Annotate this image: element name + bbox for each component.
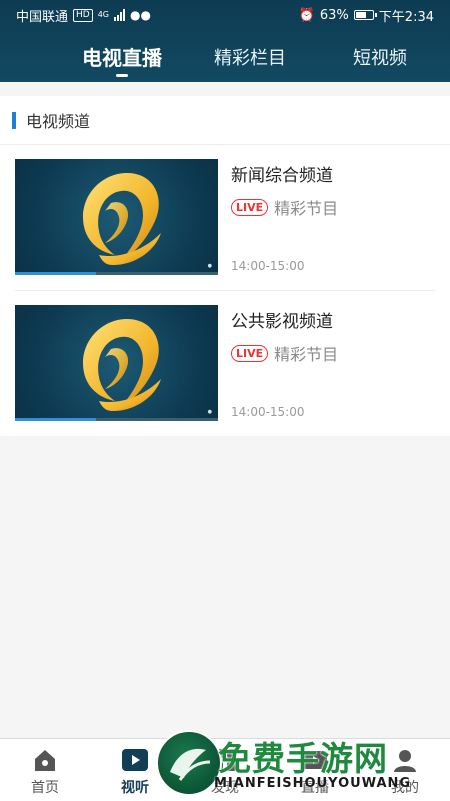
watermark-title: 免费手游网: [218, 739, 388, 778]
tab-short-videos[interactable]: 短视频: [353, 44, 407, 70]
live-row: LIVE 精彩节目: [231, 195, 338, 219]
playback-progress-fill: [15, 418, 97, 421]
program-title: 精彩节目: [274, 199, 339, 218]
carrier-label: 中国联通: [16, 9, 69, 25]
clock-time: 下午2:34: [378, 9, 434, 25]
section-header: 电视频道: [0, 96, 450, 145]
program-time: 14:00-15:00: [231, 405, 305, 419]
channel-item[interactable]: ● 新闻综合频道 LIVE 精彩节目 14:00-15:00: [15, 159, 435, 291]
station-logo-icon: [83, 173, 161, 265]
channel-name: 公共影视频道: [231, 312, 333, 332]
live-row: LIVE 精彩节目: [231, 341, 338, 365]
channel-thumbnail[interactable]: ●: [15, 305, 218, 421]
channel-watermark: ●: [207, 263, 212, 269]
hd-badge: HD: [73, 8, 93, 22]
alarm-icon: ⏰: [298, 7, 315, 23]
home-icon: [15, 745, 75, 775]
tab-tv-live[interactable]: 电视直播: [82, 42, 162, 71]
tab-featured-columns[interactable]: 精彩栏目: [214, 44, 286, 70]
channel-item[interactable]: ● 公共影视频道 LIVE 精彩节目 14:00-15:00: [15, 305, 435, 421]
active-tab-indicator: [116, 74, 128, 77]
status-bar: 中国联通 HD 4G ●● ⏰ 63% 下午2:34: [0, 0, 450, 30]
section-title: 电视频道: [26, 112, 91, 131]
section-accent-bar: [12, 111, 16, 129]
playback-progress-fill: [15, 272, 97, 275]
battery-percent: 63%: [319, 7, 349, 23]
program-title: 精彩节目: [274, 345, 339, 364]
live-badge: LIVE: [231, 198, 269, 216]
nav-label: 首页: [31, 780, 59, 796]
watermark-subtitle: MIANFEISHOUYOUWANG: [214, 776, 412, 791]
app-header: 中国联通 HD 4G ●● ⏰ 63% 下午2:34 电视直播 精彩栏目 短视频: [0, 0, 450, 82]
site-watermark: 免费手游网 MIANFEISHOUYOUWANG: [156, 730, 446, 800]
tv-channels-section: 电视频道 ● 新闻综合频道 LIVE 精彩节目 14:00-15:00 ● 公共…: [0, 96, 450, 436]
live-badge: LIVE: [231, 344, 269, 362]
program-time: 14:00-15:00: [231, 259, 305, 273]
top-tabs: 电视直播 精彩栏目 短视频: [0, 30, 450, 82]
wechat-icon: ●●: [130, 8, 151, 22]
channel-thumbnail[interactable]: ●: [15, 159, 218, 275]
signal-icon: [114, 9, 126, 21]
channel-watermark: ●: [207, 409, 212, 415]
watermark-logo-icon: [156, 730, 222, 796]
network-type: 4G: [97, 10, 110, 19]
battery-icon: [353, 10, 377, 20]
nav-home[interactable]: 首页: [15, 745, 75, 797]
channel-name: 新闻综合频道: [231, 166, 333, 186]
station-logo-icon: [83, 319, 161, 411]
